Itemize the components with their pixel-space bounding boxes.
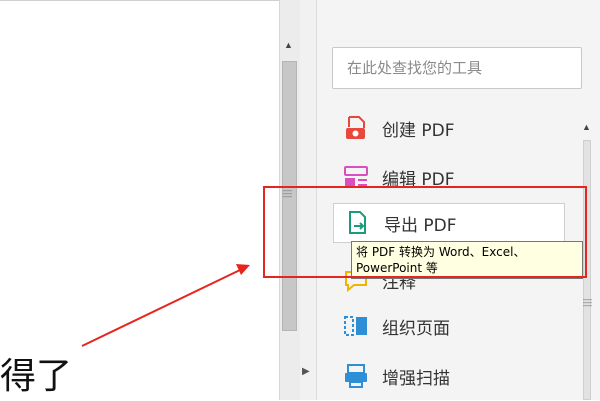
- annotation-arrow: [81, 264, 250, 347]
